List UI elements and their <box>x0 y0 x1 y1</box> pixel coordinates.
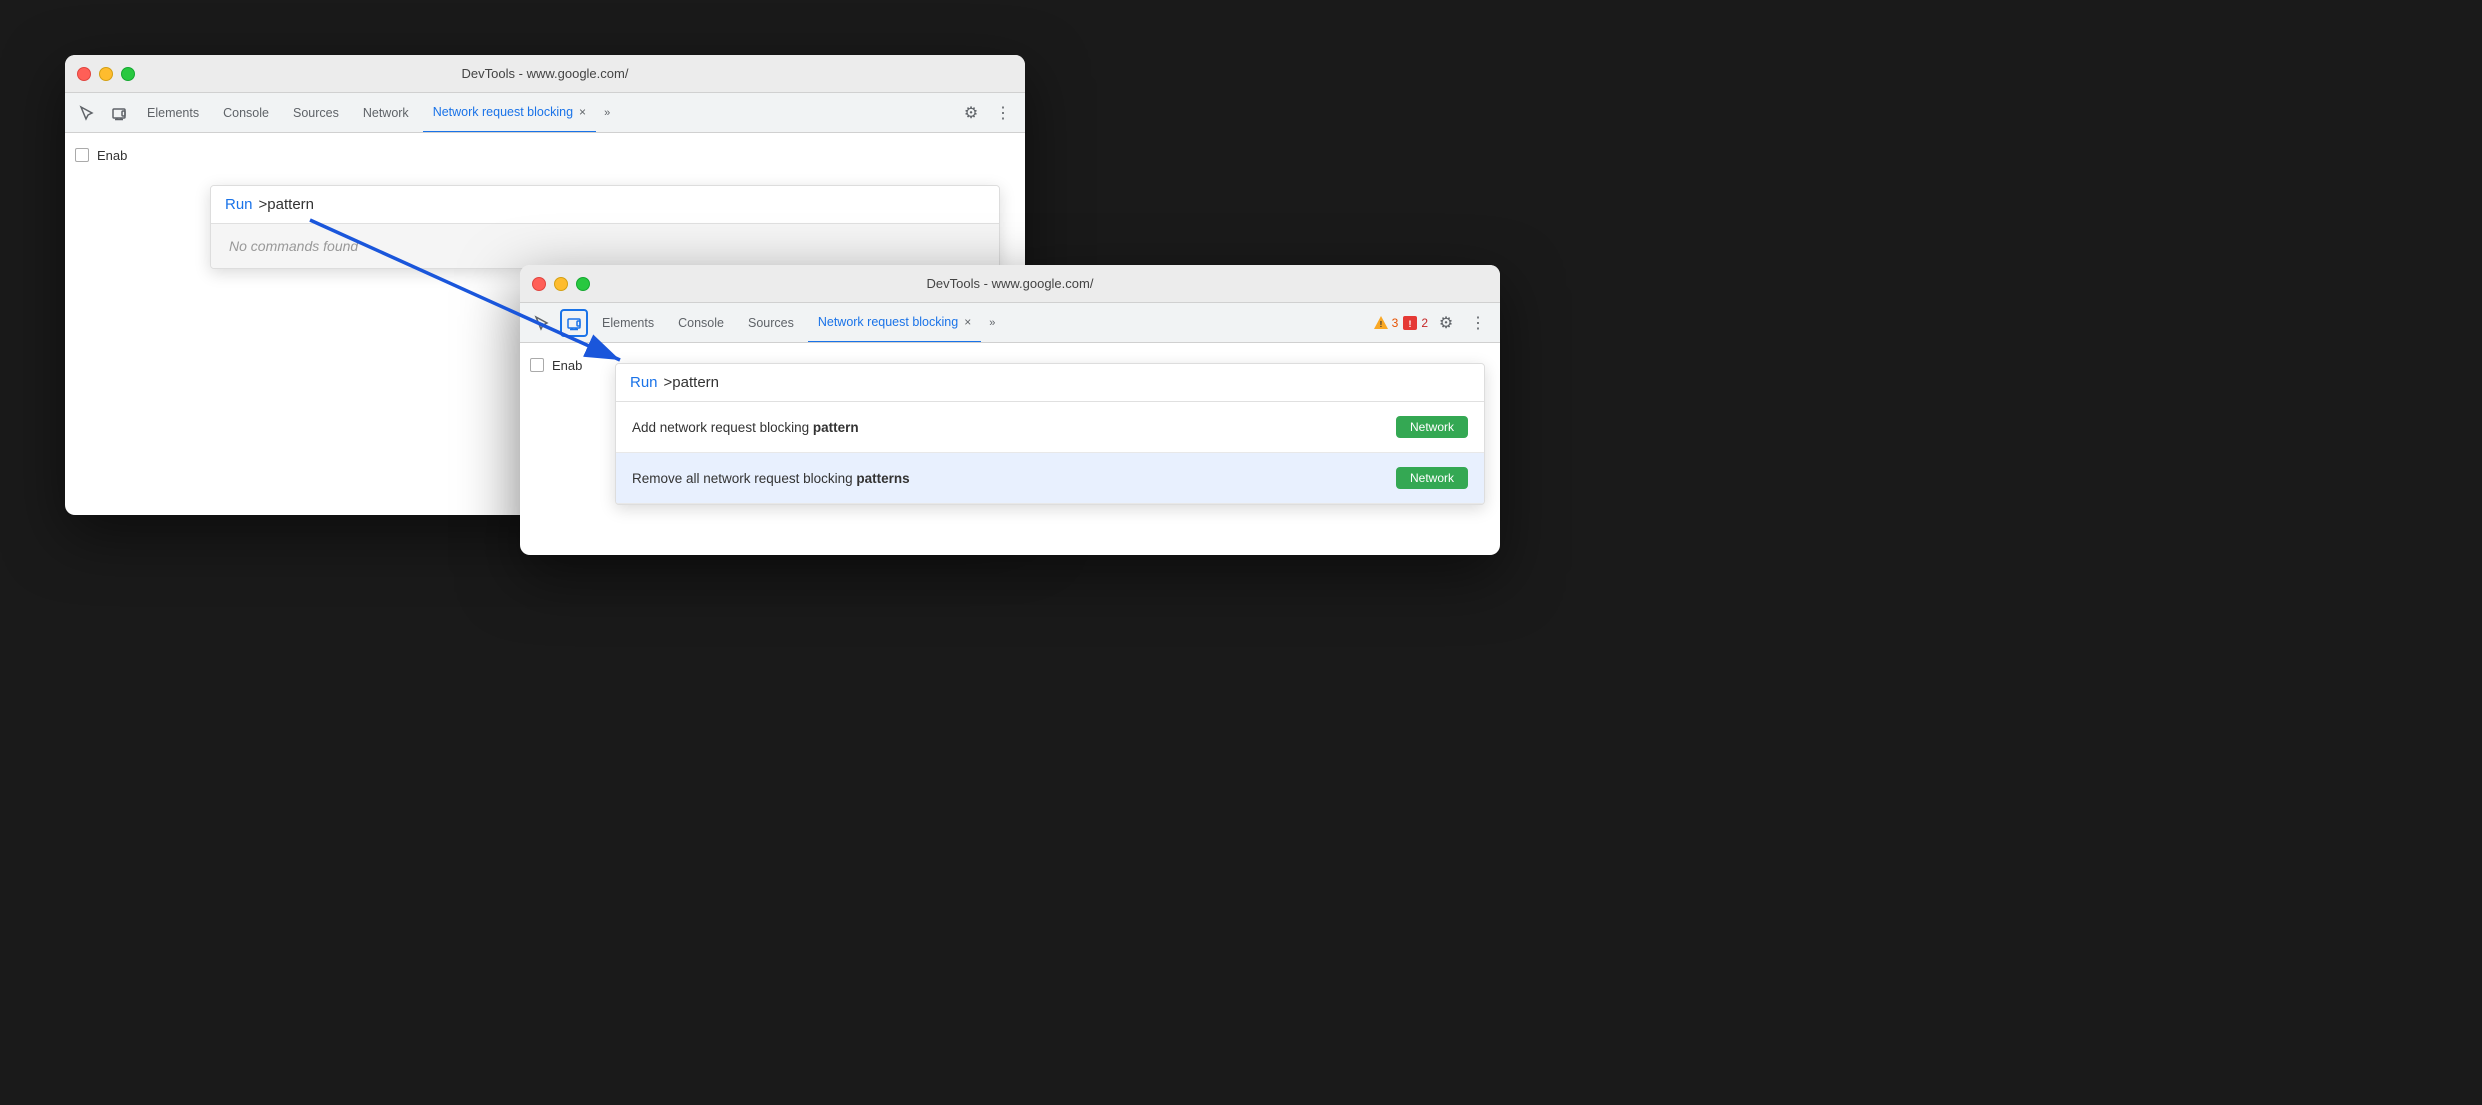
command-palette-2: Run >pattern Add network request blockin… <box>615 363 1485 505</box>
device-icon-1[interactable] <box>105 99 133 127</box>
devtools-window-2: DevTools - www.google.com/ Elements Cons… <box>520 265 1500 555</box>
cmd-pattern-text-2: pattern <box>672 374 719 391</box>
error-badge: ! 2 <box>1402 315 1428 331</box>
tab-elements-1[interactable]: Elements <box>137 93 209 133</box>
cmd-result-text-2: Remove all network request blocking patt… <box>632 471 910 486</box>
cmd-run-label-2: Run <box>630 374 658 391</box>
more-tabs-icon-2[interactable]: » <box>985 317 999 329</box>
cmd-input-text-2: >pattern <box>664 374 719 391</box>
inspect-icon-1[interactable] <box>73 99 101 127</box>
tab-close-1[interactable]: × <box>579 105 586 119</box>
enable-label-2: Enab <box>552 358 582 373</box>
settings-icon-1[interactable]: ⚙ <box>957 99 985 127</box>
tab-sources-2[interactable]: Sources <box>738 303 804 343</box>
cmd-result-2[interactable]: Remove all network request blocking patt… <box>616 453 1484 504</box>
warning-count: 3 <box>1392 316 1399 330</box>
minimize-button-2[interactable] <box>554 277 568 291</box>
error-count: 2 <box>1421 316 1428 330</box>
cmd-result-text-1: Add network request blocking pattern <box>632 420 859 435</box>
minimize-button-1[interactable] <box>99 67 113 81</box>
more-menu-icon-2[interactable]: ⋮ <box>1464 309 1492 337</box>
command-palette-1: Run >pattern No commands found <box>210 185 1000 269</box>
toolbar-2: Elements Console Sources Network request… <box>520 303 1500 343</box>
tab-elements-2[interactable]: Elements <box>592 303 664 343</box>
cmd-pattern-text-1: pattern <box>267 196 314 213</box>
cmd-chevron-1: > <box>259 196 268 213</box>
maximize-button-2[interactable] <box>576 277 590 291</box>
title-bar-1: DevTools - www.google.com/ <box>65 55 1025 93</box>
warning-icon: ! <box>1373 315 1389 331</box>
tab-network-request-blocking-1[interactable]: Network request blocking × <box>423 93 596 133</box>
tab-close-2[interactable]: × <box>964 315 971 329</box>
cmd-category-badge-2: Network <box>1396 467 1468 489</box>
content-bar-1: Enab <box>65 133 1025 177</box>
svg-text:!: ! <box>1379 320 1382 329</box>
cmd-input-text-1: >pattern <box>259 196 314 213</box>
cmd-chevron-2: > <box>664 374 673 391</box>
inspect-icon-2[interactable] <box>528 309 556 337</box>
enable-checkbox-2[interactable] <box>530 358 544 372</box>
tab-sources-1[interactable]: Sources <box>283 93 349 133</box>
tab-network-request-blocking-2[interactable]: Network request blocking × <box>808 303 981 343</box>
window-title-1: DevTools - www.google.com/ <box>462 66 629 81</box>
tab-console-2[interactable]: Console <box>668 303 734 343</box>
cmd-run-label-1: Run <box>225 196 253 213</box>
cmd-input-row-1[interactable]: Run >pattern <box>211 186 999 224</box>
title-bar-2: DevTools - www.google.com/ <box>520 265 1500 303</box>
device-icon-2[interactable] <box>560 309 588 337</box>
traffic-lights-2 <box>532 277 590 291</box>
more-tabs-icon-1[interactable]: » <box>600 107 614 119</box>
cmd-category-badge-1: Network <box>1396 416 1468 438</box>
cmd-result-1[interactable]: Add network request blocking pattern Net… <box>616 402 1484 453</box>
warning-badge: ! 3 <box>1373 315 1399 331</box>
close-button-2[interactable] <box>532 277 546 291</box>
more-menu-icon-1[interactable]: ⋮ <box>989 99 1017 127</box>
svg-text:!: ! <box>1409 319 1412 329</box>
tab-network-1[interactable]: Network <box>353 93 419 133</box>
traffic-lights-1 <box>77 67 135 81</box>
cmd-input-row-2[interactable]: Run >pattern <box>616 364 1484 402</box>
tab-console-1[interactable]: Console <box>213 93 279 133</box>
maximize-button-1[interactable] <box>121 67 135 81</box>
error-icon: ! <box>1402 315 1418 331</box>
settings-icon-2[interactable]: ⚙ <box>1432 309 1460 337</box>
toolbar-1: Elements Console Sources Network Network… <box>65 93 1025 133</box>
close-button-1[interactable] <box>77 67 91 81</box>
window-title-2: DevTools - www.google.com/ <box>927 276 1094 291</box>
enable-label-1: Enab <box>97 148 127 163</box>
enable-checkbox-1[interactable] <box>75 148 89 162</box>
cmd-no-results-1: No commands found <box>211 224 999 268</box>
